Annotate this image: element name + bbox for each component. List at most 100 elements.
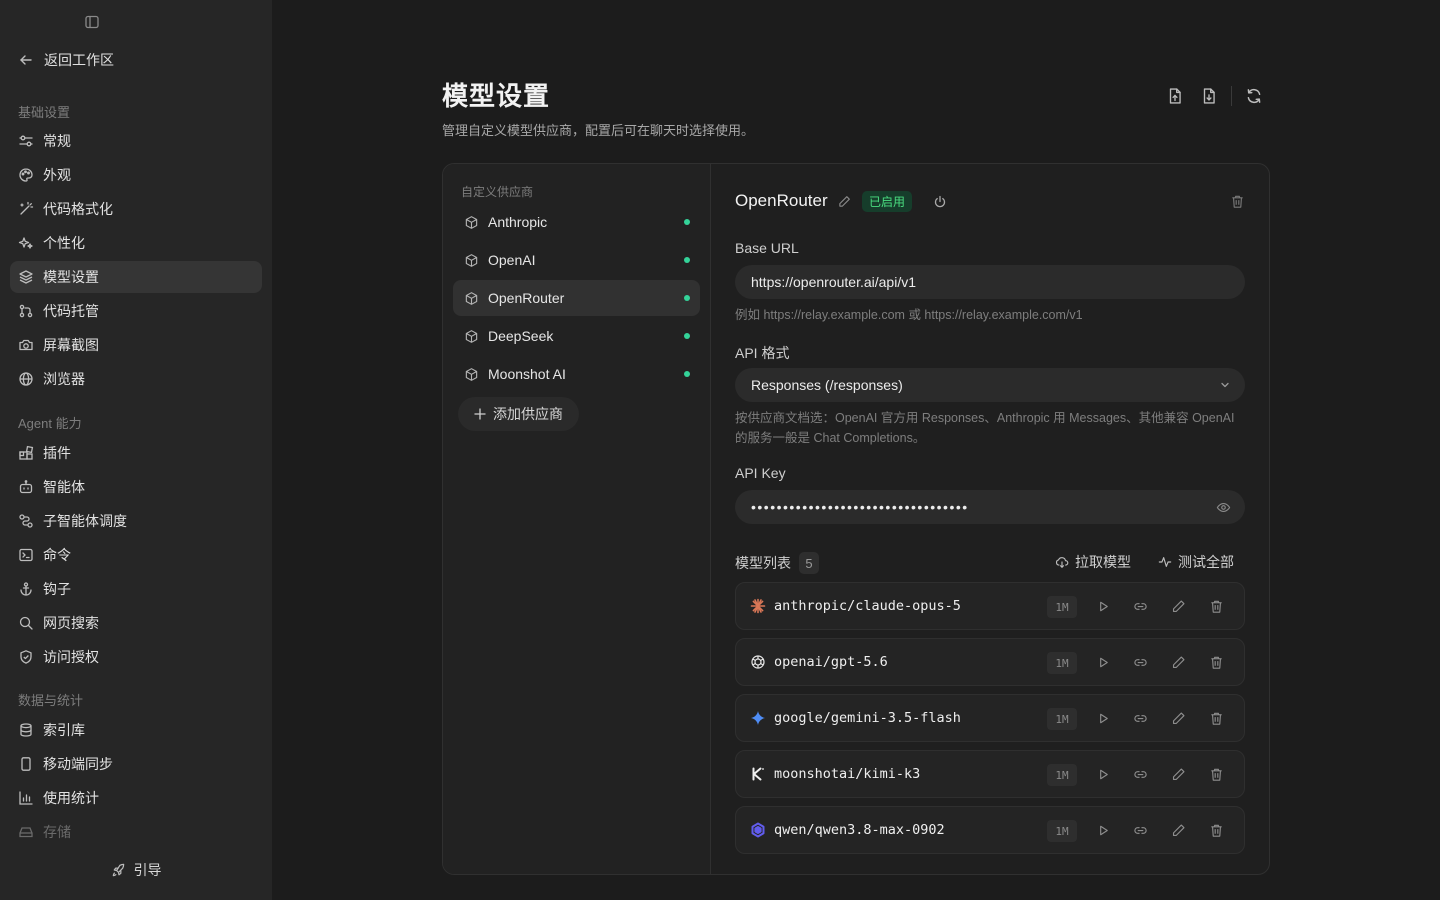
- blocks-icon: [18, 445, 34, 461]
- nav-item-code-format[interactable]: 代码格式化: [10, 193, 262, 225]
- pencil-icon[interactable]: [1171, 767, 1186, 782]
- sparkles-icon: [18, 235, 34, 251]
- fetch-models-button[interactable]: 拉取模型: [1055, 552, 1131, 572]
- nav-item-agents[interactable]: 智能体: [10, 471, 262, 503]
- nav-item-commands[interactable]: 命令: [10, 539, 262, 571]
- pencil-icon[interactable]: [838, 195, 851, 208]
- provider-item-openai[interactable]: OpenAI: [453, 242, 700, 278]
- base-url-input[interactable]: https://openrouter.ai/api/v1: [735, 265, 1245, 299]
- refresh-icon[interactable]: [1245, 87, 1263, 105]
- nav-item-storage[interactable]: 存储: [10, 816, 262, 848]
- nav-label: 存储: [43, 824, 71, 840]
- test-all-label: 测试全部: [1178, 554, 1234, 570]
- link-icon[interactable]: [1133, 711, 1148, 726]
- nav-item-model-settings[interactable]: 模型设置: [10, 261, 262, 293]
- search-icon: [18, 615, 34, 631]
- git-pull-request-icon: [18, 303, 34, 319]
- eye-icon[interactable]: [1216, 500, 1231, 515]
- provider-item-deepseek[interactable]: DeepSeek: [453, 318, 700, 354]
- model-row[interactable]: openai/gpt-5.6 1M: [735, 638, 1245, 686]
- guide-label: 引导: [133, 862, 162, 878]
- play-icon[interactable]: [1096, 655, 1111, 670]
- provider-item-openrouter[interactable]: OpenRouter: [453, 280, 700, 316]
- delete-provider-icon[interactable]: [1230, 194, 1245, 209]
- trash-icon[interactable]: [1209, 823, 1224, 838]
- api-format-value: Responses (/responses): [751, 377, 903, 393]
- export-icon[interactable]: [1200, 87, 1218, 105]
- provider-title: OpenRouter: [735, 191, 828, 210]
- provider-name: OpenAI: [488, 252, 536, 268]
- bar-chart-icon: [18, 790, 34, 806]
- context-size-badge: 1M: [1047, 708, 1077, 730]
- guide-button[interactable]: 引导: [0, 852, 272, 888]
- model-row[interactable]: moonshotai/kimi-k3 1M: [735, 750, 1245, 798]
- trash-icon[interactable]: [1209, 655, 1224, 670]
- link-icon[interactable]: [1133, 767, 1148, 782]
- trash-icon[interactable]: [1209, 599, 1224, 614]
- context-size-badge: 1M: [1047, 596, 1077, 618]
- nav-item-code-hosting[interactable]: 代码托管: [10, 295, 262, 327]
- link-icon[interactable]: [1133, 599, 1148, 614]
- base-url-label: Base URL: [735, 240, 799, 256]
- globe-icon: [18, 371, 34, 387]
- nav-label: 智能体: [43, 479, 85, 495]
- nav-item-browser[interactable]: 浏览器: [10, 363, 262, 395]
- layers-icon: [18, 269, 34, 285]
- test-all-button[interactable]: 测试全部: [1158, 552, 1234, 572]
- import-icon[interactable]: [1166, 87, 1184, 105]
- box-icon: [464, 215, 479, 230]
- provider-item-anthropic[interactable]: Anthropic: [453, 204, 700, 240]
- provider-item-moonshot[interactable]: Moonshot AI: [453, 356, 700, 392]
- nav-label: 外观: [43, 167, 71, 183]
- nav-item-hooks[interactable]: 钩子: [10, 573, 262, 605]
- pencil-icon[interactable]: [1171, 823, 1186, 838]
- link-icon[interactable]: [1133, 823, 1148, 838]
- plus-icon: [474, 408, 486, 420]
- play-icon[interactable]: [1096, 599, 1111, 614]
- nav-item-index[interactable]: 索引库: [10, 714, 262, 746]
- add-provider-button[interactable]: 添加供应商: [458, 397, 579, 431]
- api-format-label: API 格式: [735, 345, 790, 361]
- power-icon[interactable]: [933, 195, 947, 209]
- nav-item-screenshot[interactable]: 屏幕截图: [10, 329, 262, 361]
- play-icon[interactable]: [1096, 767, 1111, 782]
- trash-icon[interactable]: [1209, 767, 1224, 782]
- nav-item-web-search[interactable]: 网页搜索: [10, 607, 262, 639]
- nav-label: 代码托管: [43, 303, 99, 319]
- activity-icon: [1158, 555, 1172, 569]
- nav-item-general[interactable]: 常规: [10, 125, 262, 157]
- shield-check-icon: [18, 649, 34, 665]
- nav-item-mobile-sync[interactable]: 移动端同步: [10, 748, 262, 780]
- back-to-workspace-button[interactable]: 返回工作区: [18, 49, 114, 71]
- api-format-select[interactable]: Responses (/responses): [735, 368, 1245, 402]
- sidebar-toggle-icon[interactable]: [84, 14, 100, 30]
- pencil-icon[interactable]: [1171, 655, 1186, 670]
- model-row[interactable]: anthropic/claude-opus-5 1M: [735, 582, 1245, 630]
- workflow-icon: [18, 513, 34, 529]
- pencil-icon[interactable]: [1171, 599, 1186, 614]
- trash-icon[interactable]: [1209, 711, 1224, 726]
- model-row[interactable]: qwen/qwen3.8-max-0902 1M: [735, 806, 1245, 854]
- anthropic-icon: [750, 598, 766, 614]
- nav-item-usage-stats[interactable]: 使用统计: [10, 782, 262, 814]
- base-url-value: https://openrouter.ai/api/v1: [751, 274, 916, 290]
- nav-item-subagent[interactable]: 子智能体调度: [10, 505, 262, 537]
- cloud-download-icon: [1055, 555, 1069, 569]
- nav-label: 屏幕截图: [43, 337, 99, 353]
- gemini-icon: [750, 710, 766, 726]
- api-key-input[interactable]: ••••••••••••••••••••••••••••••••••: [735, 490, 1245, 524]
- play-icon[interactable]: [1096, 823, 1111, 838]
- model-row[interactable]: google/gemini-3.5-flash 1M: [735, 694, 1245, 742]
- nav-item-appearance[interactable]: 外观: [10, 159, 262, 191]
- model-id: moonshotai/kimi-k3: [774, 766, 921, 782]
- nav-item-personalization[interactable]: 个性化: [10, 227, 262, 259]
- nav-item-access[interactable]: 访问授权: [10, 641, 262, 673]
- api-format-hint: 按供应商文档选：OpenAI 官方用 Responses、Anthropic 用…: [735, 411, 1235, 445]
- link-icon[interactable]: [1133, 655, 1148, 670]
- enabled-status-dot: [684, 295, 690, 301]
- pencil-icon[interactable]: [1171, 711, 1186, 726]
- play-icon[interactable]: [1096, 711, 1111, 726]
- sidebar: 返回工作区 基础设置 常规 外观 代码格式化 个性化 模型设置 代码托管 屏幕截…: [0, 0, 272, 900]
- nav-label: 浏览器: [43, 371, 85, 387]
- nav-item-plugins[interactable]: 插件: [10, 437, 262, 469]
